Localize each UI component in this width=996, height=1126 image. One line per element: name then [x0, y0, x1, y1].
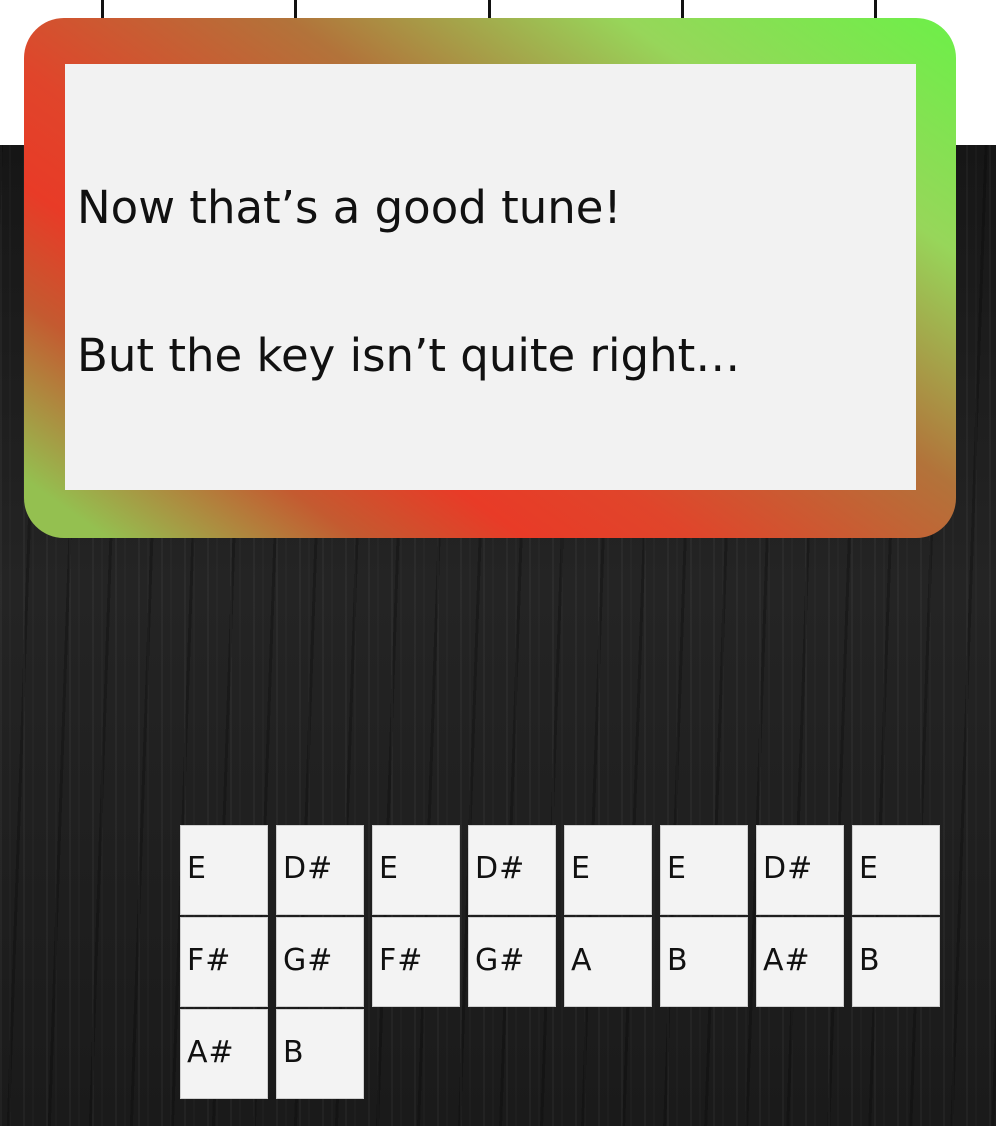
- note-label: E: [187, 851, 207, 886]
- note-label: E: [859, 851, 879, 886]
- note-tile[interactable]: B: [852, 917, 940, 1007]
- note-tile[interactable]: F#: [372, 917, 460, 1007]
- note-label: A#: [187, 1035, 235, 1070]
- dialog-message-line-2: But the key isn’t quite right…: [77, 329, 741, 382]
- note-tile[interactable]: B: [276, 1009, 364, 1099]
- note-label: E: [379, 851, 399, 886]
- note-label: D#: [475, 851, 526, 886]
- note-tile[interactable]: B: [660, 917, 748, 1007]
- top-divider: [874, 0, 877, 18]
- note-tile[interactable]: F#: [180, 917, 268, 1007]
- top-divider: [681, 0, 684, 18]
- note-label: B: [283, 1035, 305, 1070]
- top-divider: [488, 0, 491, 18]
- note-tile[interactable]: D#: [756, 825, 844, 915]
- note-label: F#: [379, 943, 424, 978]
- note-label: F#: [187, 943, 232, 978]
- note-tile[interactable]: D#: [468, 825, 556, 915]
- top-divider: [294, 0, 297, 18]
- top-divider: [101, 0, 104, 18]
- note-label: B: [667, 943, 689, 978]
- note-label: E: [571, 851, 591, 886]
- note-tile[interactable]: A#: [180, 1009, 268, 1099]
- note-tile[interactable]: G#: [468, 917, 556, 1007]
- note-label: A: [571, 943, 593, 978]
- note-tile[interactable]: E: [852, 825, 940, 915]
- note-label: D#: [763, 851, 814, 886]
- note-tile[interactable]: E: [180, 825, 268, 915]
- note-tile[interactable]: A: [564, 917, 652, 1007]
- note-tile[interactable]: D#: [276, 825, 364, 915]
- note-label: G#: [475, 943, 526, 978]
- note-label: B: [859, 943, 881, 978]
- note-tile[interactable]: A#: [756, 917, 844, 1007]
- dialog-message-line-1: Now that’s a good tune!: [77, 181, 622, 234]
- note-label: G#: [283, 943, 334, 978]
- message-dialog-body: Now that’s a good tune! But the key isn’…: [65, 64, 916, 490]
- note-label: A#: [763, 943, 811, 978]
- note-label: D#: [283, 851, 334, 886]
- note-tile[interactable]: E: [372, 825, 460, 915]
- note-label: E: [667, 851, 687, 886]
- note-tile[interactable]: E: [660, 825, 748, 915]
- message-dialog: Now that’s a good tune! But the key isn’…: [24, 18, 956, 538]
- note-tile[interactable]: G#: [276, 917, 364, 1007]
- note-tile[interactable]: E: [564, 825, 652, 915]
